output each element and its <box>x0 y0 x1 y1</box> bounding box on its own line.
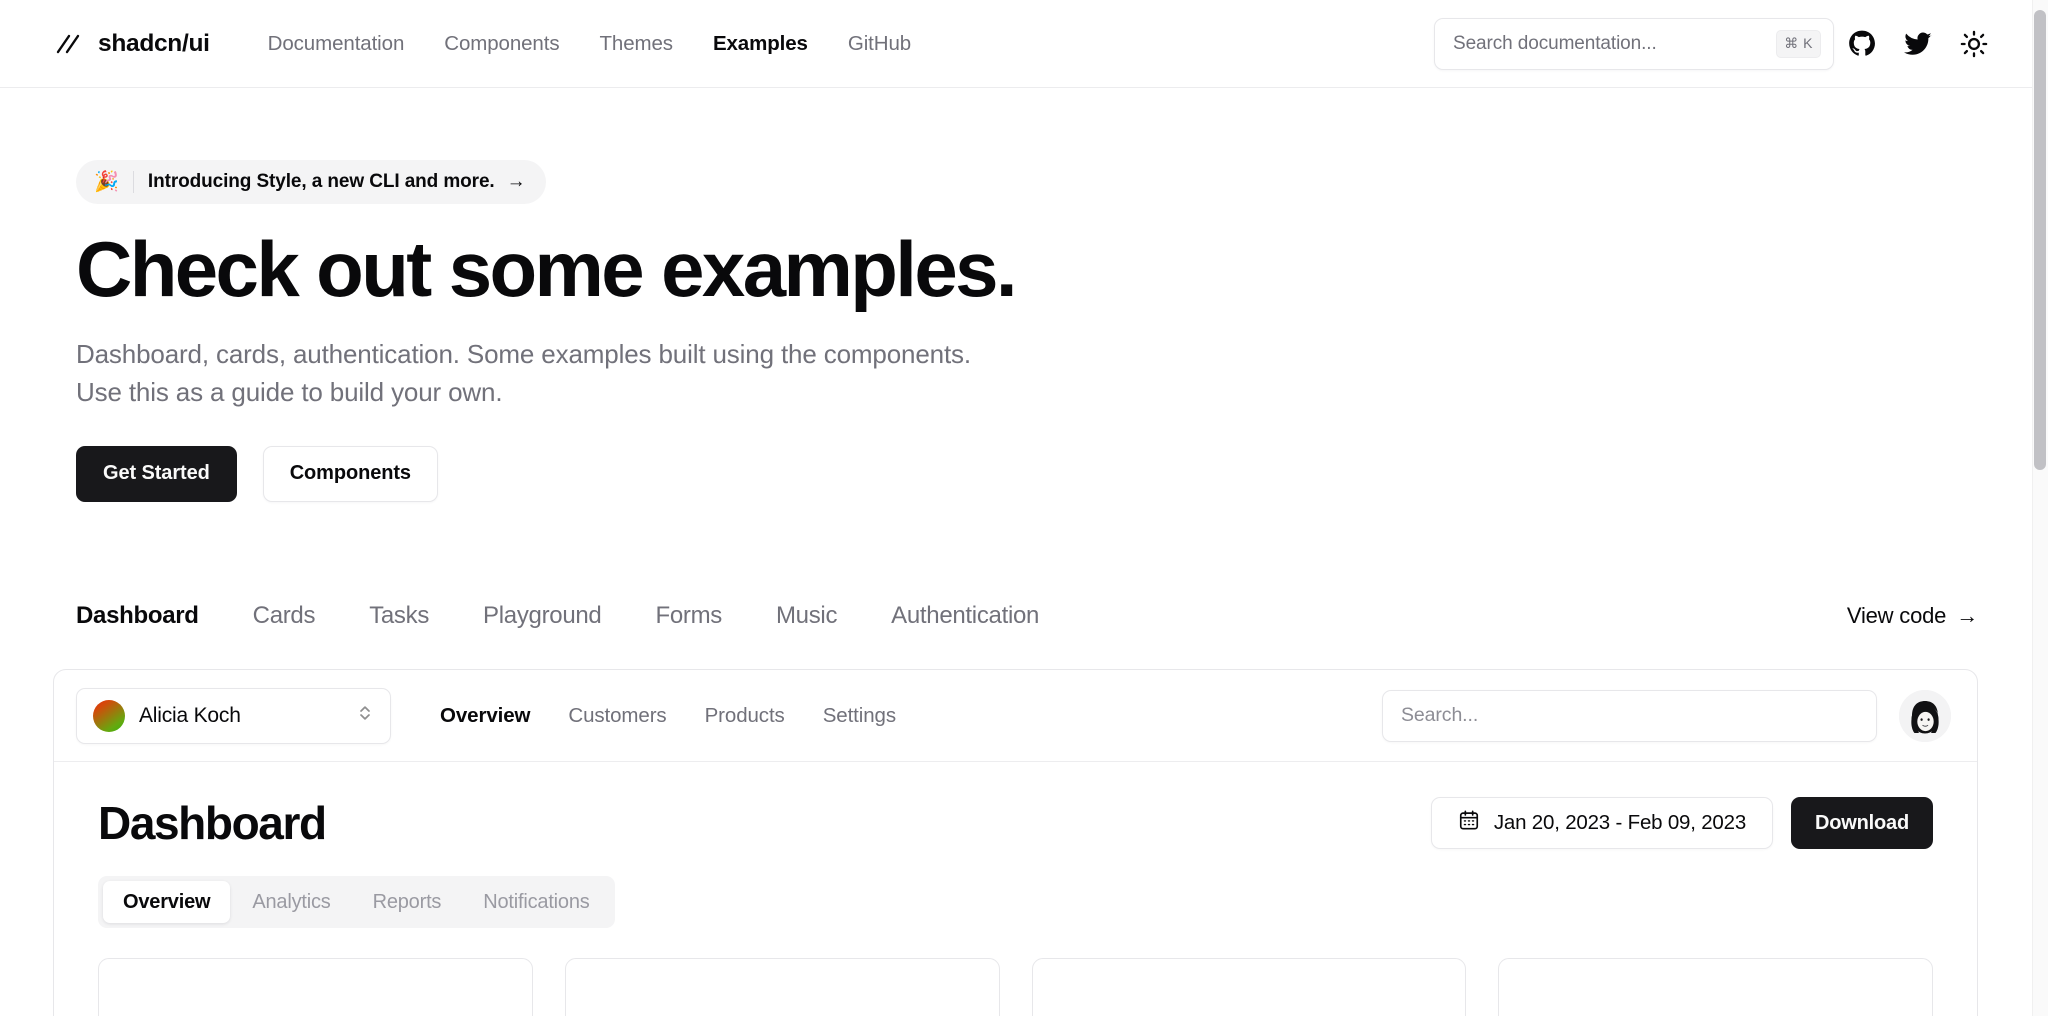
dashboard-header-actions: Jan 20, 2023 - Feb 09, 2023 Download <box>1430 797 1933 849</box>
tab-playground[interactable]: Playground <box>456 596 628 636</box>
arrow-right-icon: → <box>1956 603 1978 628</box>
get-started-button[interactable]: Get Started <box>76 445 237 502</box>
dashboard-navigation: Overview Customers Products Settings <box>421 698 915 734</box>
github-icon <box>1848 30 1876 58</box>
view-code-link[interactable]: View code → <box>1847 603 1978 629</box>
hero-action-group: Get Started Components <box>76 445 1978 502</box>
search-input-placeholder[interactable]: Search documentation... <box>1453 33 1776 55</box>
twitter-icon <box>1904 30 1932 58</box>
dashboard-search-input[interactable]: Search... <box>1382 689 1877 742</box>
page-scrollbar-thumb[interactable] <box>2034 10 2046 470</box>
dashboard-topbar: Alicia Koch Overview Customers Products … <box>54 670 1977 762</box>
tab-music[interactable]: Music <box>749 596 864 636</box>
team-switcher[interactable]: Alicia Koch <box>76 687 391 744</box>
stat-card <box>98 958 533 1016</box>
site-header: shadcn/ui Documentation Components Theme… <box>0 0 2032 88</box>
team-avatar <box>93 699 125 732</box>
theme-toggle-button[interactable] <box>1946 16 2002 72</box>
section-tab-notifications[interactable]: Notifications <box>463 881 609 923</box>
dashboard-nav-overview[interactable]: Overview <box>421 698 549 734</box>
dashboard-section-tabs: Overview Analytics Reports Notifications <box>98 876 615 928</box>
dashboard-preview-card: Alicia Koch Overview Customers Products … <box>53 669 1978 1016</box>
arrow-right-icon: → <box>506 171 526 192</box>
team-name-label: Alicia Koch <box>139 703 241 727</box>
tab-dashboard[interactable]: Dashboard <box>76 596 226 636</box>
main-navigation: Documentation Components Themes Examples… <box>248 26 931 62</box>
stat-card <box>564 958 1000 1016</box>
section-tab-analytics[interactable]: Analytics <box>232 881 350 923</box>
nav-item-examples[interactable]: Examples <box>693 26 828 62</box>
brand-link[interactable]: shadcn/ui <box>54 29 210 59</box>
stat-card-grid <box>98 958 1933 1016</box>
download-button[interactable]: Download <box>1791 797 1933 849</box>
date-range-label: Jan 20, 2023 - Feb 09, 2023 <box>1493 811 1747 834</box>
announcement-divider <box>132 171 134 193</box>
dashboard-header-row: Dashboard Jan 20, 2023 - Feb 09, 2023 Do <box>98 796 1933 850</box>
tab-authentication[interactable]: Authentication <box>864 596 1066 636</box>
chevron-up-down-icon <box>356 704 374 727</box>
dashboard-topbar-right: Search... <box>1382 689 1951 742</box>
calendar-icon <box>1458 809 1480 837</box>
dashboard-page-title: Dashboard <box>98 797 327 849</box>
dashboard-nav-customers[interactable]: Customers <box>549 698 685 734</box>
hero-subtitle: Dashboard, cards, authentication. Some e… <box>76 339 971 407</box>
nav-item-github[interactable]: GitHub <box>828 26 931 62</box>
view-code-label: View code <box>1846 603 1947 628</box>
nav-item-documentation[interactable]: Documentation <box>248 26 425 62</box>
hero-section: 🎉 Introducing Style, a new CLI and more.… <box>0 88 2032 502</box>
nav-item-components[interactable]: Components <box>424 26 579 62</box>
components-button[interactable]: Components <box>262 445 438 502</box>
sun-icon <box>1960 30 1988 58</box>
tab-cards[interactable]: Cards <box>226 596 343 636</box>
twitter-icon-button[interactable] <box>1890 16 1946 72</box>
page-root: shadcn/ui Documentation Components Theme… <box>0 0 2048 1016</box>
page-title: Check out some examples. <box>76 225 1018 313</box>
dashboard-nav-settings[interactable]: Settings <box>804 698 915 734</box>
examples-tab-bar: Dashboard Cards Tasks Playground Forms M… <box>0 596 2032 636</box>
nav-item-themes[interactable]: Themes <box>579 26 692 62</box>
header-right-group: Search documentation... ⌘ K <box>1434 16 2002 72</box>
github-icon-button[interactable] <box>1834 16 1890 72</box>
announcement-text: Introducing Style, a new CLI and more. <box>147 171 495 192</box>
dashboard-search-placeholder[interactable]: Search... <box>1401 704 1478 727</box>
examples-tabs: Dashboard Cards Tasks Playground Forms M… <box>76 596 1066 636</box>
stat-card <box>1031 958 1467 1016</box>
avatar[interactable] <box>1899 689 1951 742</box>
search-shortcut-badge: ⌘ K <box>1776 29 1821 58</box>
tab-forms[interactable]: Forms <box>628 596 749 636</box>
date-range-picker[interactable]: Jan 20, 2023 - Feb 09, 2023 <box>1430 797 1774 849</box>
announcement-banner[interactable]: 🎉 Introducing Style, a new CLI and more.… <box>76 160 546 204</box>
page-scrollbar[interactable] <box>2032 0 2048 1016</box>
section-tab-overview[interactable]: Overview <box>103 881 231 923</box>
tab-tasks[interactable]: Tasks <box>342 596 456 636</box>
double-slash-logo-icon <box>54 29 84 59</box>
dashboard-body: Dashboard Jan 20, 2023 - Feb 09, 2023 Do <box>54 762 1977 1016</box>
dashboard-nav-products[interactable]: Products <box>686 698 804 734</box>
party-popper-icon: 🎉 <box>94 171 119 193</box>
search-documentation-box[interactable]: Search documentation... ⌘ K <box>1434 17 1834 70</box>
brand-name: shadcn/ui <box>98 29 210 57</box>
stat-card <box>1498 958 1933 1016</box>
section-tab-reports[interactable]: Reports <box>353 881 462 923</box>
